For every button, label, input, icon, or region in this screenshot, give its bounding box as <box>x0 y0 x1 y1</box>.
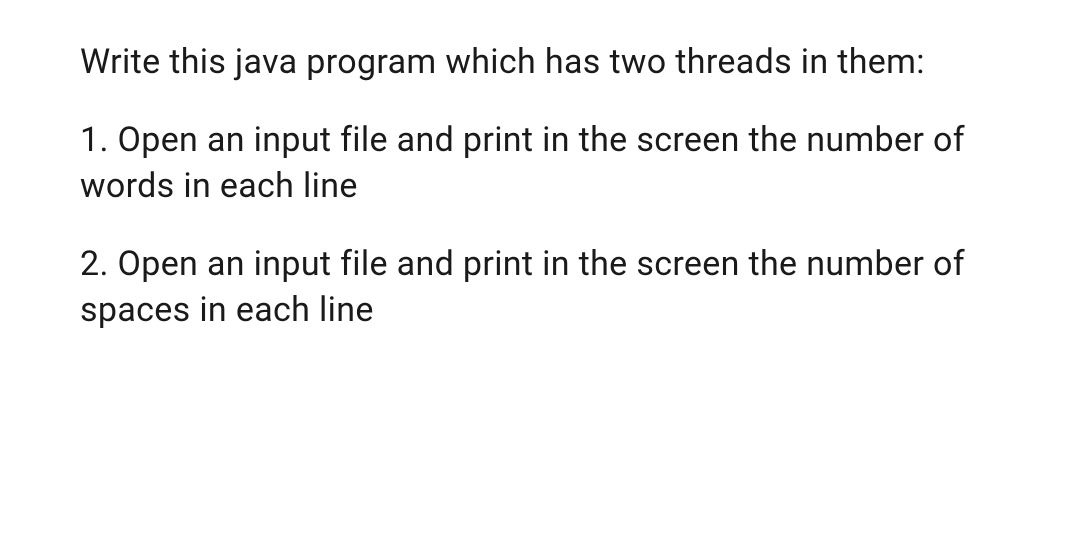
intro-paragraph: Write this java program which has two th… <box>80 40 995 86</box>
list-item-1: 1. Open an input file and print in the s… <box>80 118 995 210</box>
list-item-2: 2. Open an input file and print in the s… <box>80 242 995 334</box>
